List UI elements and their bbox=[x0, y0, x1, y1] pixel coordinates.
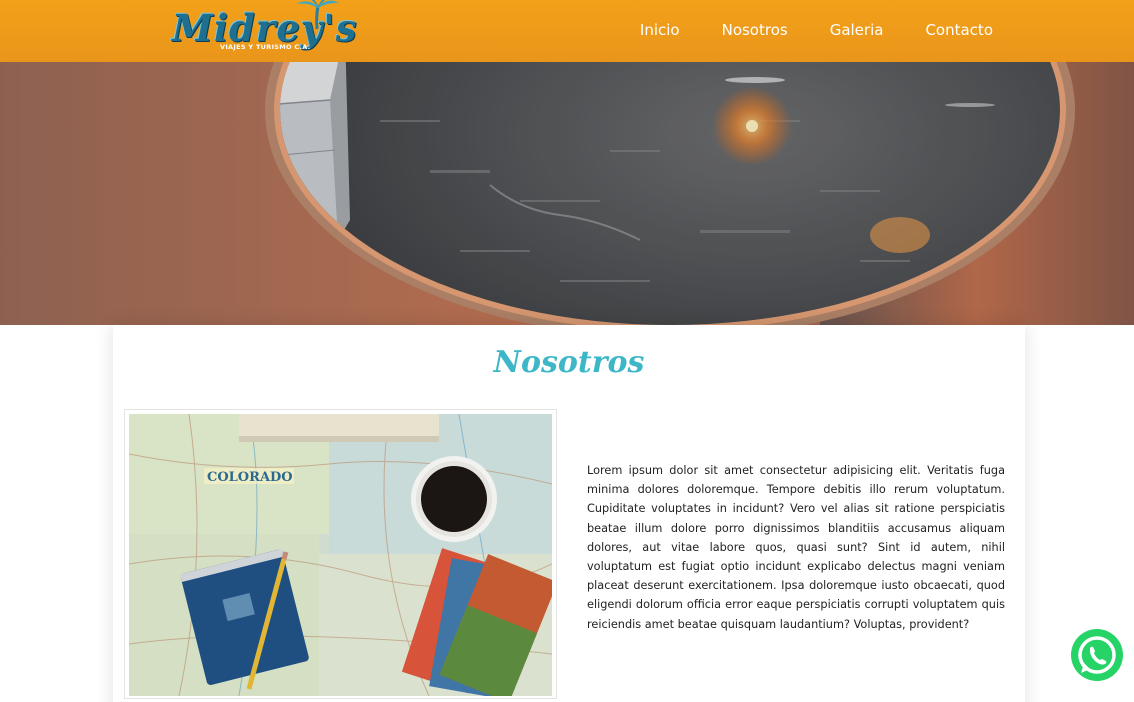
nav-link-nosotros[interactable]: Nosotros bbox=[722, 21, 788, 39]
whatsapp-button[interactable] bbox=[1069, 627, 1125, 683]
svg-text:COLORADO: COLORADO bbox=[207, 470, 293, 485]
page: Midrey's VIAJES Y TURISMO C.A. Inicio No… bbox=[0, 0, 1134, 702]
about-image: COLORADO bbox=[129, 414, 552, 696]
about-image-frame: COLORADO bbox=[124, 409, 557, 699]
whatsapp-icon bbox=[1071, 629, 1123, 681]
about-paragraph: Lorem ipsum dolor sit amet consectetur a… bbox=[587, 464, 1005, 631]
section-title: Nosotros bbox=[493, 345, 645, 380]
travel-map-image: COLORADO bbox=[129, 414, 552, 696]
nav-link-contacto[interactable]: Contacto bbox=[925, 21, 993, 39]
top-navbar: Midrey's VIAJES Y TURISMO C.A. Inicio No… bbox=[0, 0, 1134, 62]
brand-tagline: VIAJES Y TURISMO C.A. bbox=[220, 43, 311, 51]
brand-logo[interactable]: Midrey's VIAJES Y TURISMO C.A. bbox=[172, 0, 357, 62]
nav-link-galeria[interactable]: Galeria bbox=[830, 21, 884, 39]
main-nav: Inicio Nosotros Galeria Contacto bbox=[598, 21, 993, 39]
about-section: Nosotros COLORADO Lorem ipsum dolor sit … bbox=[113, 325, 1025, 702]
nav-link-inicio[interactable]: Inicio bbox=[640, 21, 680, 39]
